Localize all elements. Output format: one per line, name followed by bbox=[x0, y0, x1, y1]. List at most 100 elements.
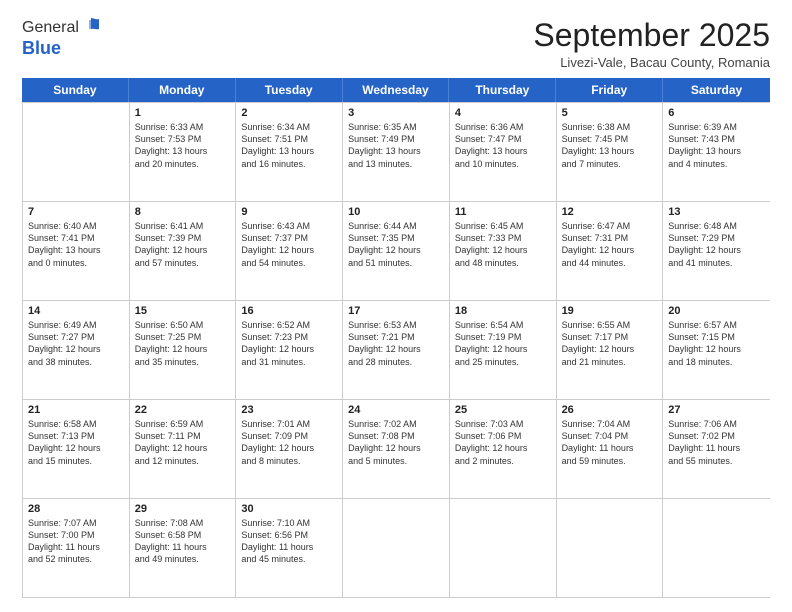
day-info: Sunrise: 6:45 AM Sunset: 7:33 PM Dayligh… bbox=[455, 220, 551, 269]
month-title: September 2025 bbox=[533, 18, 770, 53]
day-number: 5 bbox=[562, 107, 658, 119]
day-number: 19 bbox=[562, 305, 658, 317]
calendar-header: SundayMondayTuesdayWednesdayThursdayFrid… bbox=[22, 78, 770, 102]
day-info: Sunrise: 7:04 AM Sunset: 7:04 PM Dayligh… bbox=[562, 418, 658, 467]
day-number: 23 bbox=[241, 404, 337, 416]
day-info: Sunrise: 6:47 AM Sunset: 7:31 PM Dayligh… bbox=[562, 220, 658, 269]
day-number: 28 bbox=[28, 503, 124, 515]
day-number: 15 bbox=[135, 305, 231, 317]
cal-week: 7 Sunrise: 6:40 AM Sunset: 7:41 PM Daylig… bbox=[23, 201, 770, 300]
day-number: 10 bbox=[348, 206, 444, 218]
day-number: 11 bbox=[455, 206, 551, 218]
day-info: Sunrise: 6:33 AM Sunset: 7:53 PM Dayligh… bbox=[135, 121, 231, 170]
day-info: Sunrise: 7:01 AM Sunset: 7:09 PM Dayligh… bbox=[241, 418, 337, 467]
day-info: Sunrise: 7:03 AM Sunset: 7:06 PM Dayligh… bbox=[455, 418, 551, 467]
day-number: 26 bbox=[562, 404, 658, 416]
day-number: 7 bbox=[28, 206, 124, 218]
day-info: Sunrise: 6:50 AM Sunset: 7:25 PM Dayligh… bbox=[135, 319, 231, 368]
day-info: Sunrise: 6:40 AM Sunset: 7:41 PM Dayligh… bbox=[28, 220, 124, 269]
day-number: 14 bbox=[28, 305, 124, 317]
day-number: 17 bbox=[348, 305, 444, 317]
day-number: 20 bbox=[668, 305, 765, 317]
cal-header-day: Tuesday bbox=[236, 78, 343, 102]
day-info: Sunrise: 6:36 AM Sunset: 7:47 PM Dayligh… bbox=[455, 121, 551, 170]
day-number: 6 bbox=[668, 107, 765, 119]
cal-cell: 19 Sunrise: 6:55 AM Sunset: 7:17 PM Dayli… bbox=[557, 301, 664, 399]
day-info: Sunrise: 6:54 AM Sunset: 7:19 PM Dayligh… bbox=[455, 319, 551, 368]
day-number: 22 bbox=[135, 404, 231, 416]
cal-cell: 15 Sunrise: 6:50 AM Sunset: 7:25 PM Dayli… bbox=[130, 301, 237, 399]
cal-cell: 28 Sunrise: 7:07 AM Sunset: 7:00 PM Dayli… bbox=[23, 499, 130, 597]
day-number: 29 bbox=[135, 503, 231, 515]
day-info: Sunrise: 6:43 AM Sunset: 7:37 PM Dayligh… bbox=[241, 220, 337, 269]
day-number: 30 bbox=[241, 503, 337, 515]
cal-cell: 4 Sunrise: 6:36 AM Sunset: 7:47 PM Daylig… bbox=[450, 103, 557, 201]
day-number: 9 bbox=[241, 206, 337, 218]
cal-cell: 18 Sunrise: 6:54 AM Sunset: 7:19 PM Dayli… bbox=[450, 301, 557, 399]
day-info: Sunrise: 6:41 AM Sunset: 7:39 PM Dayligh… bbox=[135, 220, 231, 269]
header: General Blue September 2025 Livezi-Vale,… bbox=[22, 18, 770, 70]
day-info: Sunrise: 6:53 AM Sunset: 7:21 PM Dayligh… bbox=[348, 319, 444, 368]
cal-cell: 3 Sunrise: 6:35 AM Sunset: 7:49 PM Daylig… bbox=[343, 103, 450, 201]
day-info: Sunrise: 7:07 AM Sunset: 7:00 PM Dayligh… bbox=[28, 517, 124, 566]
cal-cell: 27 Sunrise: 7:06 AM Sunset: 7:02 PM Dayli… bbox=[663, 400, 770, 498]
day-number: 8 bbox=[135, 206, 231, 218]
page: General Blue September 2025 Livezi-Vale,… bbox=[0, 0, 792, 612]
cal-cell bbox=[450, 499, 557, 597]
day-number: 18 bbox=[455, 305, 551, 317]
day-number: 16 bbox=[241, 305, 337, 317]
day-info: Sunrise: 6:57 AM Sunset: 7:15 PM Dayligh… bbox=[668, 319, 765, 368]
cal-cell: 11 Sunrise: 6:45 AM Sunset: 7:33 PM Dayli… bbox=[450, 202, 557, 300]
cal-cell: 22 Sunrise: 6:59 AM Sunset: 7:11 PM Dayli… bbox=[130, 400, 237, 498]
cal-cell: 20 Sunrise: 6:57 AM Sunset: 7:15 PM Dayli… bbox=[663, 301, 770, 399]
cal-header-day: Saturday bbox=[663, 78, 770, 102]
logo: General Blue bbox=[22, 18, 102, 59]
cal-cell: 12 Sunrise: 6:47 AM Sunset: 7:31 PM Dayli… bbox=[557, 202, 664, 300]
day-info: Sunrise: 6:52 AM Sunset: 7:23 PM Dayligh… bbox=[241, 319, 337, 368]
cal-cell: 14Sunrise: 6:49 AM Sunset: 7:27 PM Dayli… bbox=[23, 301, 130, 399]
cal-cell bbox=[663, 499, 770, 597]
calendar-body: 1 Sunrise: 6:33 AM Sunset: 7:53 PM Daylig… bbox=[22, 102, 770, 598]
day-number: 12 bbox=[562, 206, 658, 218]
day-number: 1 bbox=[135, 107, 231, 119]
cal-cell: 17 Sunrise: 6:53 AM Sunset: 7:21 PM Dayli… bbox=[343, 301, 450, 399]
day-info: Sunrise: 6:55 AM Sunset: 7:17 PM Dayligh… bbox=[562, 319, 658, 368]
day-info: Sunrise: 6:38 AM Sunset: 7:45 PM Dayligh… bbox=[562, 121, 658, 170]
logo-icon bbox=[80, 16, 102, 38]
logo-blue-text: Blue bbox=[22, 38, 61, 58]
day-number: 27 bbox=[668, 404, 765, 416]
cal-cell: 26 Sunrise: 7:04 AM Sunset: 7:04 PM Dayli… bbox=[557, 400, 664, 498]
cal-cell: 13Sunrise: 6:48 AM Sunset: 7:29 PM Dayli… bbox=[663, 202, 770, 300]
cal-cell: 10 Sunrise: 6:44 AM Sunset: 7:35 PM Dayli… bbox=[343, 202, 450, 300]
cal-cell: 24Sunrise: 7:02 AM Sunset: 7:08 PM Dayli… bbox=[343, 400, 450, 498]
day-info: Sunrise: 6:34 AM Sunset: 7:51 PM Dayligh… bbox=[241, 121, 337, 170]
day-number: 2 bbox=[241, 107, 337, 119]
day-info: Sunrise: 6:39 AM Sunset: 7:43 PM Dayligh… bbox=[668, 121, 765, 170]
day-number: 21 bbox=[28, 404, 124, 416]
day-number: 3 bbox=[348, 107, 444, 119]
day-info: Sunrise: 7:02 AM Sunset: 7:08 PM Dayligh… bbox=[348, 418, 444, 467]
cal-cell: 23 Sunrise: 7:01 AM Sunset: 7:09 PM Dayli… bbox=[236, 400, 343, 498]
cal-cell: 29 Sunrise: 7:08 AM Sunset: 6:58 PM Dayli… bbox=[130, 499, 237, 597]
day-number: 4 bbox=[455, 107, 551, 119]
day-info: Sunrise: 7:06 AM Sunset: 7:02 PM Dayligh… bbox=[668, 418, 765, 467]
day-info: Sunrise: 6:44 AM Sunset: 7:35 PM Dayligh… bbox=[348, 220, 444, 269]
calendar: SundayMondayTuesdayWednesdayThursdayFrid… bbox=[22, 78, 770, 598]
cal-header-day: Sunday bbox=[22, 78, 129, 102]
day-info: Sunrise: 7:08 AM Sunset: 6:58 PM Dayligh… bbox=[135, 517, 231, 566]
cal-cell bbox=[23, 103, 130, 201]
day-number: 13 bbox=[668, 206, 765, 218]
day-info: Sunrise: 6:58 AM Sunset: 7:13 PM Dayligh… bbox=[28, 418, 124, 467]
cal-header-day: Wednesday bbox=[343, 78, 450, 102]
cal-header-day: Monday bbox=[129, 78, 236, 102]
cal-cell bbox=[343, 499, 450, 597]
day-info: Sunrise: 6:35 AM Sunset: 7:49 PM Dayligh… bbox=[348, 121, 444, 170]
day-info: Sunrise: 6:59 AM Sunset: 7:11 PM Dayligh… bbox=[135, 418, 231, 467]
cal-week: 14Sunrise: 6:49 AM Sunset: 7:27 PM Dayli… bbox=[23, 300, 770, 399]
day-info: Sunrise: 7:10 AM Sunset: 6:56 PM Dayligh… bbox=[241, 517, 337, 566]
logo-general-text: General bbox=[22, 19, 79, 37]
location: Livezi-Vale, Bacau County, Romania bbox=[533, 55, 770, 70]
title-block: September 2025 Livezi-Vale, Bacau County… bbox=[533, 18, 770, 70]
cal-header-day: Friday bbox=[556, 78, 663, 102]
cal-cell: 7 Sunrise: 6:40 AM Sunset: 7:41 PM Daylig… bbox=[23, 202, 130, 300]
